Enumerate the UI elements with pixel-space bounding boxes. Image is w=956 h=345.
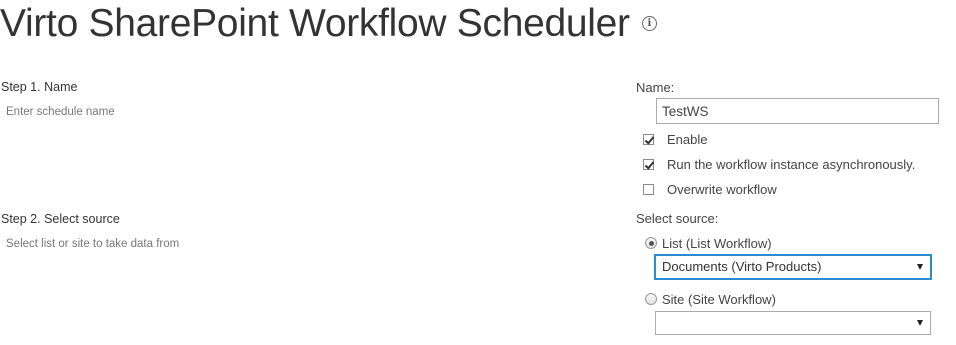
list-source-radio[interactable] xyxy=(645,237,657,249)
step1-title: Step 1. Name xyxy=(1,80,78,94)
name-field-label: Name: xyxy=(636,80,675,95)
overwrite-option[interactable]: Overwrite workflow xyxy=(643,181,777,197)
site-source-radio[interactable] xyxy=(645,293,657,305)
site-source-option[interactable]: Site (Site Workflow) xyxy=(645,291,776,307)
list-source-dropdown-value: Documents (Virto Products) xyxy=(662,259,822,274)
list-source-dropdown[interactable]: Documents (Virto Products) xyxy=(655,255,931,279)
enable-checkbox[interactable] xyxy=(643,133,654,145)
dropdown-arrow-icon xyxy=(917,320,923,326)
page-title: Virto SharePoint Workflow Scheduler i xyxy=(0,0,657,48)
schedule-name-input[interactable] xyxy=(656,98,939,124)
step2-title: Step 2. Select source xyxy=(1,212,120,226)
async-checkbox[interactable] xyxy=(643,158,654,170)
overwrite-checkbox[interactable] xyxy=(643,183,654,195)
page-title-text: Virto SharePoint Workflow Scheduler xyxy=(0,2,630,45)
source-field-label: Select source: xyxy=(636,211,719,226)
enable-option[interactable]: Enable xyxy=(643,131,707,147)
site-source-label: Site (Site Workflow) xyxy=(662,291,776,307)
enable-label: Enable xyxy=(667,131,708,147)
async-option[interactable]: Run the workflow instance asynchronously… xyxy=(643,156,915,172)
step1-description: Enter schedule name xyxy=(6,106,115,118)
overwrite-label: Overwrite workflow xyxy=(667,181,777,197)
async-label: Run the workflow instance asynchronously… xyxy=(667,156,916,172)
site-source-dropdown[interactable] xyxy=(655,311,931,335)
list-source-option[interactable]: List (List Workflow) xyxy=(645,235,772,251)
dropdown-arrow-icon xyxy=(917,264,923,270)
step2-description: Select list or site to take data from xyxy=(6,238,180,250)
info-icon[interactable]: i xyxy=(641,16,657,31)
list-source-label: List (List Workflow) xyxy=(662,235,772,251)
